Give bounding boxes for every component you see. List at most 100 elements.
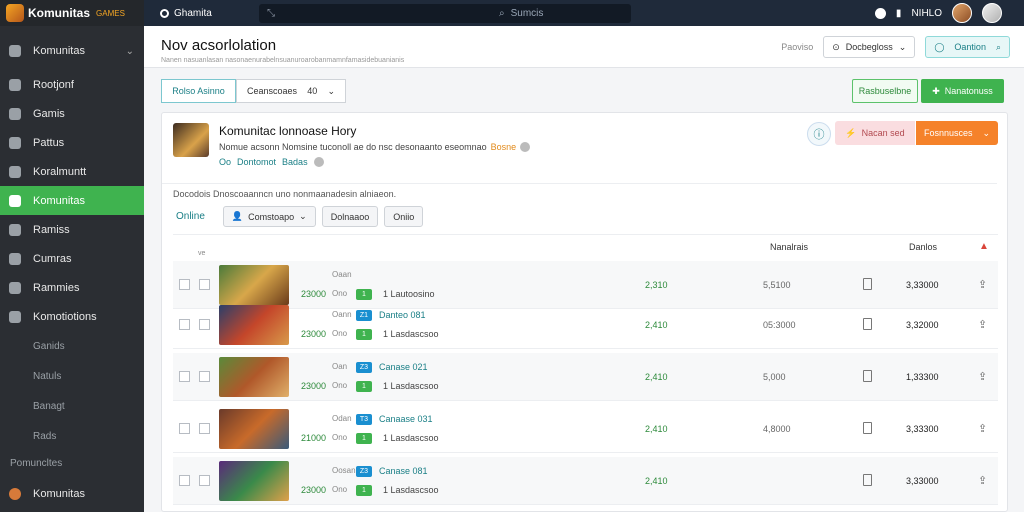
share-icon[interactable]: ⇪ (978, 318, 987, 331)
row-label1[interactable]: Danteo 081 (379, 310, 426, 320)
game-thumbnail (219, 409, 289, 449)
avatar[interactable] (952, 3, 972, 23)
row-label1[interactable]: Canase 021 (379, 362, 428, 372)
row-checkbox[interactable] (179, 475, 190, 486)
row-select-box[interactable] (199, 371, 210, 382)
row-price: 23000 (301, 485, 327, 495)
info-button[interactable]: ⓘ (807, 122, 831, 146)
select-dropdown[interactable]: ⊙ Docbegloss ⌄ (823, 36, 916, 58)
teal-button[interactable]: ◯ Oantion ⌕ (925, 36, 1010, 58)
row-label2: 1 Lasdascsoo (383, 329, 439, 339)
row-small2: Ono (332, 329, 348, 338)
sidebar-item-pattus[interactable]: Pattus (0, 128, 144, 157)
tab-active[interactable]: Rolso Asinno (161, 79, 236, 103)
orange-dropdown-button[interactable]: Fosnnusces ⌄ (916, 121, 998, 145)
row-checkbox[interactable] (179, 319, 190, 330)
row-select-box[interactable] (199, 279, 210, 290)
sidebar-item-label: Komotiotions (33, 310, 97, 323)
sidebar-footer-user[interactable]: Komunitas (0, 488, 144, 500)
document-icon[interactable] (863, 318, 872, 330)
pink-button-label: Nacan sed (861, 128, 905, 138)
share-icon[interactable]: ⇪ (978, 474, 987, 487)
table-row[interactable]: 23000 Oan Ono Z3 1 Canase 021 1 Lasdascs… (173, 353, 998, 401)
brand-sub: GAMES (96, 8, 125, 18)
row-select-box[interactable] (199, 475, 210, 486)
outline-green-button[interactable]: Rasbuselbne (852, 79, 918, 103)
document-icon[interactable] (863, 278, 872, 290)
sidebar-item-koralmuntt[interactable]: Koralmuntt (0, 157, 144, 186)
row-small: Oosan (332, 466, 356, 475)
info-icon[interactable] (313, 157, 324, 167)
filter-chip-a[interactable]: Dolnaaoo (321, 206, 379, 227)
document-icon[interactable] (863, 370, 872, 382)
document-icon[interactable] (863, 422, 872, 434)
primary-green-button[interactable]: ✚ Nanatonuss (921, 79, 1004, 103)
notification-icon[interactable]: ▮ (896, 8, 902, 19)
sidebar-subitem[interactable]: Ganids (0, 331, 144, 361)
sidebar-item-komunitas-active[interactable]: Komunitas (0, 186, 144, 215)
pink-button[interactable]: ⚡ Nacan sed (835, 121, 915, 145)
table-row[interactable]: 23000 Oosan Ono Z3 1 Canase 081 1 Lasdas… (173, 457, 998, 505)
document-icon[interactable] (863, 474, 872, 486)
sidebar-item-gamis[interactable]: Gamis (0, 99, 144, 128)
avatar-secondary[interactable] (982, 3, 1002, 23)
game-thumbnail (219, 305, 289, 345)
row-select-box[interactable] (199, 319, 210, 330)
sidebar-item-cumras[interactable]: Cumras (0, 244, 144, 273)
row-badge-count: 1 (356, 329, 372, 340)
column-header-total[interactable]: Danlos (909, 242, 937, 252)
page-header: Nov acsorlolation Nanen nasuanlasan naso… (144, 26, 1024, 68)
row-price: 23000 (301, 329, 327, 339)
row-total: 3,33000 (906, 476, 939, 486)
info-icon[interactable] (520, 142, 531, 152)
sidebar-item-rootjonf[interactable]: Rootjonf (0, 70, 144, 99)
topbar-user-label[interactable]: NIHLO (911, 8, 942, 19)
table-row[interactable]: 21000 Odan Ono T3 1 Canaase 031 1 Lasdas… (173, 405, 998, 453)
table-row[interactable]: 23000 Oann Ono Z1 1 Danteo 081 1 Lasdasc… (173, 301, 998, 349)
page-subtitle: Nanen nasuanlasan nasonaenurabelnsuanuro… (161, 57, 405, 64)
user-icon: 👤 (231, 211, 244, 221)
filter-chip-b[interactable]: Oniio (384, 206, 424, 227)
sidebar-item-label: Rootjonf (33, 78, 74, 91)
share-icon[interactable]: ⇪ (978, 278, 987, 291)
page-header-actions: Paoviso ⊙ Docbegloss ⌄ ◯ Oantion ⌕ (781, 36, 1010, 58)
game-thumbnail (219, 357, 289, 397)
topbar-brand[interactable]: Ghamita (144, 8, 259, 19)
row-checkbox[interactable] (179, 371, 190, 382)
profile-icon (9, 78, 21, 91)
row-checkbox[interactable] (179, 423, 190, 434)
online-filter[interactable]: Online (176, 211, 205, 222)
sidebar-item-komotiotions[interactable]: Komotiotions (0, 302, 144, 331)
row-label1[interactable]: Canaase 031 (379, 414, 433, 424)
card-meta-a: Oo (219, 157, 232, 167)
tab-dropdown[interactable]: Ceanscoaes 40 ⌄ (236, 79, 346, 103)
search-input[interactable]: ⤡ ⌕ Sumcis (259, 3, 631, 23)
brand[interactable]: Komunitas GAMES (0, 0, 144, 26)
flag-icon[interactable]: ▲ (979, 241, 989, 252)
row-total: 3,32000 (906, 320, 939, 330)
row-small2: Ono (332, 485, 348, 494)
row-small2: Ono (332, 289, 348, 298)
help-icon[interactable] (874, 7, 886, 19)
sidebar-subitem[interactable]: Banagt (0, 391, 144, 421)
people-icon (9, 194, 21, 207)
topbar: Ghamita ⤡ ⌕ Sumcis ▮ NIHLO (144, 0, 1024, 26)
row-total: 3,33300 (906, 424, 939, 434)
row-checkbox[interactable] (179, 279, 190, 290)
row-label1[interactable]: Canase 081 (379, 466, 428, 476)
sidebar-item-ramiss[interactable]: Ramiss (0, 215, 144, 244)
user-filter-chip[interactable]: 👤 Comstoapo ⌄ (222, 206, 316, 227)
share-icon[interactable]: ⇪ (978, 370, 987, 383)
card-caption: Docodois Dnoscoaanncn uno nonmaanadesin … (173, 189, 397, 199)
sidebar-item-rammies[interactable]: Rammies (0, 273, 144, 302)
sidebar-subitem[interactable]: Natuls (0, 361, 144, 391)
sidebar-item-label: Komunitas (33, 194, 85, 207)
share-icon[interactable]: ⇪ (978, 422, 987, 435)
community-thumbnail (173, 123, 209, 157)
bolt-icon: ⚡ (845, 127, 857, 138)
sidebar-item-label: Koralmuntt (33, 165, 87, 178)
sidebar-item-komunitas[interactable]: Komunitas ⌄ (0, 32, 144, 70)
row-select-box[interactable] (199, 423, 210, 434)
sidebar-subitem[interactable]: Rads (0, 421, 144, 451)
column-header-mid[interactable]: Nanalrais (770, 242, 808, 252)
